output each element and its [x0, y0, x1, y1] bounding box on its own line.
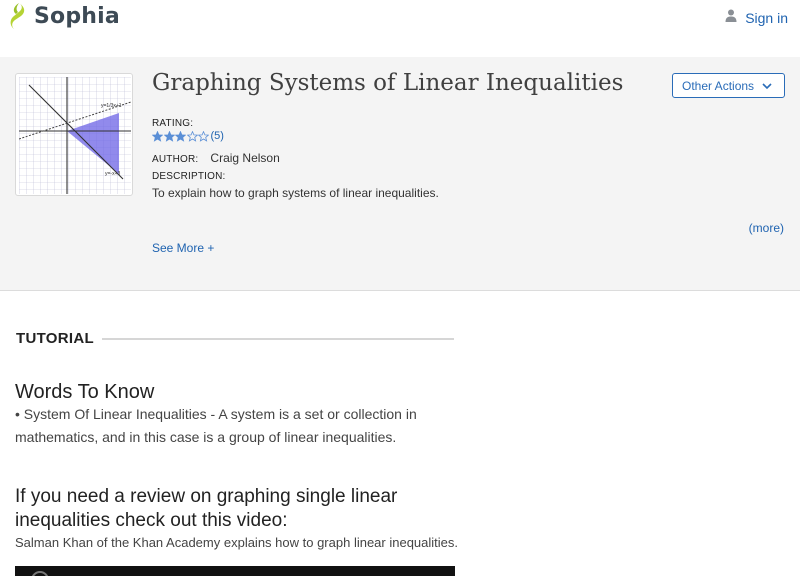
description-label: DESCRIPTION:: [152, 171, 226, 182]
sophia-logo[interactable]: Sophia: [9, 2, 120, 30]
other-actions-label: Other Actions: [682, 78, 755, 93]
words-to-know-body: • System Of Linear Inequalities - A syst…: [15, 406, 417, 445]
sign-in-label: Sign in: [745, 10, 788, 26]
chevron-down-icon: [762, 79, 772, 93]
author-row: AUTHOR: Craig Nelson: [152, 151, 280, 165]
sophia-leaf-icon: [9, 2, 29, 30]
rating-stars: [152, 130, 210, 142]
more-link[interactable]: (more): [749, 221, 784, 235]
resource-header: y=1/3x+1 y=-x+3 Graphing Systems of Line…: [0, 57, 800, 291]
star-filled-icon: [175, 130, 186, 142]
author-label: AUTHOR:: [152, 154, 199, 165]
resource-thumbnail: y=1/3x+1 y=-x+3: [15, 73, 133, 196]
play-icon[interactable]: [31, 571, 49, 576]
line1-label: y=1/3x+1: [101, 103, 122, 109]
star-filled-icon: [152, 130, 163, 142]
divider: [101, 337, 454, 340]
top-bar: Sophia Sign in: [0, 0, 800, 34]
rating-label: RATING:: [152, 118, 194, 129]
line2-label: y=-x+3: [105, 171, 121, 177]
brand-name: Sophia: [34, 3, 120, 29]
user-icon: [725, 9, 737, 27]
rating-count[interactable]: (5): [211, 130, 224, 142]
tutorial-section-header: TUTORIAL: [16, 330, 454, 347]
review-heading: If you need a review on graphing single …: [15, 486, 398, 531]
page-title: Graphing Systems of Linear Inequalities: [152, 70, 624, 96]
description-text: To explain how to graph systems of linea…: [152, 186, 439, 200]
rating: (5): [152, 130, 224, 142]
other-actions-button[interactable]: Other Actions: [672, 73, 785, 98]
star-empty-icon: [198, 130, 209, 142]
words-to-know-heading: Words To Know: [15, 381, 155, 403]
star-filled-icon: [163, 130, 175, 142]
author-name: Craig Nelson: [210, 151, 280, 165]
see-more-link[interactable]: See More +: [152, 241, 214, 255]
video-player[interactable]: [15, 566, 455, 576]
review-subtext: Salman Khan of the Khan Academy explains…: [15, 535, 459, 550]
sign-in-button[interactable]: Sign in: [725, 9, 788, 27]
star-empty-icon: [186, 130, 198, 142]
tutorial-label: TUTORIAL: [16, 330, 94, 347]
